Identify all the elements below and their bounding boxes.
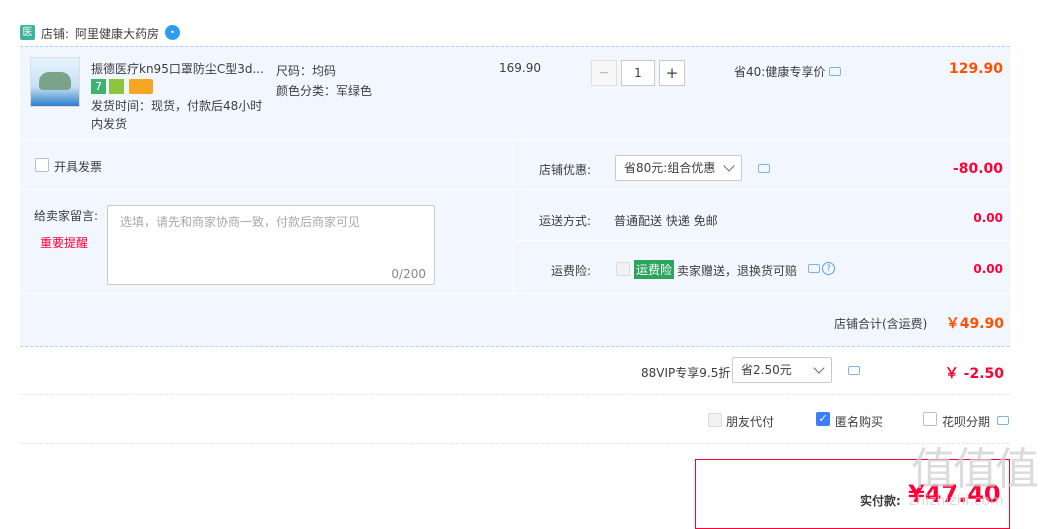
anonymous-label[interactable]: 匿名购买 (835, 413, 883, 430)
vip-chat-icon[interactable] (848, 366, 860, 375)
shop-promo-amount: -80.00 (952, 161, 1003, 177)
vip-selected: 省2.50元 (741, 363, 792, 377)
shop-name[interactable]: 阿里健康大药房 (75, 25, 159, 42)
wangwang-chat-icon[interactable]: • (165, 25, 180, 40)
pharmacy-shop-icon: 医 (20, 25, 35, 40)
vip-amount: ￥ -2.50 (944, 366, 1004, 382)
delivery-value: 普通配送 快递 免邮 (614, 214, 718, 228)
huabei-checkbox[interactable] (923, 412, 937, 426)
watermark-url: zhizhizhi.com (909, 493, 1004, 509)
site-watermark: 值值值 zhizhizhi.com (905, 433, 1055, 518)
discount-chat-icon[interactable] (829, 67, 841, 76)
insurance-text: 卖家赠送，退换货可赔 (677, 264, 798, 278)
invoice-label[interactable]: 开具发票 (54, 158, 102, 175)
shop-total-label: 店铺合计(含运费) (834, 317, 928, 331)
vip-discount-select[interactable]: 省2.50元 (732, 357, 832, 383)
attr-color: 颜色分类：军绿色 (276, 84, 373, 98)
shop-total-amount: ￥49.90 (945, 316, 1004, 332)
anonymous-checkbox[interactable]: ✓ (816, 412, 830, 426)
insurance-chat-icon[interactable] (808, 264, 820, 273)
insurance-row: 运费险: 运费险 卖家赠送，退换货可赔 ? 0.00 (514, 241, 1010, 293)
shop-promo-row: 店铺优惠: 省80元:组合优惠 -80.00 (514, 141, 1010, 189)
delivery-label: 运送方式: (539, 214, 592, 228)
attr-size: 尺码：均码 (276, 64, 337, 78)
product-title[interactable]: 振德医疗kn95口罩防尘C型3d... (91, 60, 266, 77)
seller-message-textarea[interactable]: 选填，请先和商家协商一致，付款后商家可见 0/200 (107, 205, 435, 285)
invoice-checkbox[interactable] (35, 158, 49, 172)
qty-input[interactable]: 1 (621, 60, 655, 86)
insurance-label: 运费险: (551, 264, 592, 278)
qty-minus-button[interactable]: − (591, 60, 617, 86)
friend-pay-checkbox[interactable] (708, 413, 722, 427)
credit-card-icon (129, 79, 153, 94)
promo-chat-icon[interactable] (758, 164, 770, 173)
qty-plus-button[interactable]: + (659, 60, 685, 86)
friend-pay-label[interactable]: 朋友代付 (726, 413, 774, 430)
seven-day-return-icon: 7 (91, 79, 106, 94)
item-row: 振德医疗kn95口罩防尘C型3d... 7 发货时间：现货，付款后48小时内发货… (20, 46, 1010, 140)
purchase-options-row: 朋友代付 ✓ 匿名购买 花呗分期 (20, 396, 1010, 444)
item-subtotal: 129.90 (948, 61, 1003, 77)
item-discount: 省40:健康专享价 (734, 65, 826, 79)
ship-time: 发货时间：现货，付款后48小时内发货 (91, 99, 263, 131)
watermark-logo-text: 值值值 (911, 444, 1039, 495)
chevron-down-icon (723, 160, 735, 172)
message-label: 给卖家留言: (34, 209, 99, 223)
order-options-panel: 开具发票 给卖家留言: 重要提醒 选填，请先和商家协商一致，付款后商家可见 0/… (20, 141, 1010, 347)
vip-label: 88VIP专享9.5折 (641, 366, 731, 380)
delivery-row: 运送方式: 普通配送 快递 免邮 0.00 (514, 189, 1010, 241)
message-placeholder: 选填，请先和商家协商一致，付款后商家可见 (120, 215, 361, 229)
shop-promo-select[interactable]: 省80元:组合优惠 (615, 155, 742, 181)
shop-header: 医 店铺: 阿里健康大药房 • (20, 24, 320, 42)
insurance-checkbox (616, 262, 630, 276)
huabei-chat-icon[interactable] (997, 416, 1009, 425)
service-badges: 7 (91, 79, 161, 95)
chevron-down-icon (813, 362, 825, 374)
important-reminder-link[interactable]: 重要提醒 (40, 234, 88, 251)
invoice-row: 开具发票 (20, 141, 514, 189)
unit-price: 169.90 (499, 61, 541, 75)
shop-total-row: 店铺合计(含运费) ￥49.90 (20, 293, 1010, 346)
vip-discount-row: 88VIP专享9.5折 省2.50元 ￥ -2.50 (20, 348, 1010, 395)
shop-promo-label: 店铺优惠: (539, 163, 592, 177)
mask-graphic-icon (39, 72, 71, 90)
insurance-amount: 0.00 (973, 262, 1003, 276)
insurance-tag: 运费险 (634, 260, 675, 279)
delivery-amount: 0.00 (973, 211, 1003, 225)
help-question-icon[interactable]: ? (822, 262, 835, 275)
huabei-label[interactable]: 花呗分期 (942, 413, 990, 430)
product-thumbnail[interactable] (30, 57, 80, 107)
message-row: 给卖家留言: 重要提醒 选填，请先和商家协商一致，付款后商家可见 0/200 (20, 189, 514, 293)
quantity-stepper: − 1 + (591, 60, 687, 86)
payment-label: 实付款: (860, 494, 901, 508)
shop-label: 店铺: (41, 27, 70, 41)
message-char-count: 0/200 (391, 267, 426, 281)
shop-promo-selected: 省80元:组合优惠 (624, 161, 716, 175)
quality-guarantee-icon (109, 79, 124, 94)
